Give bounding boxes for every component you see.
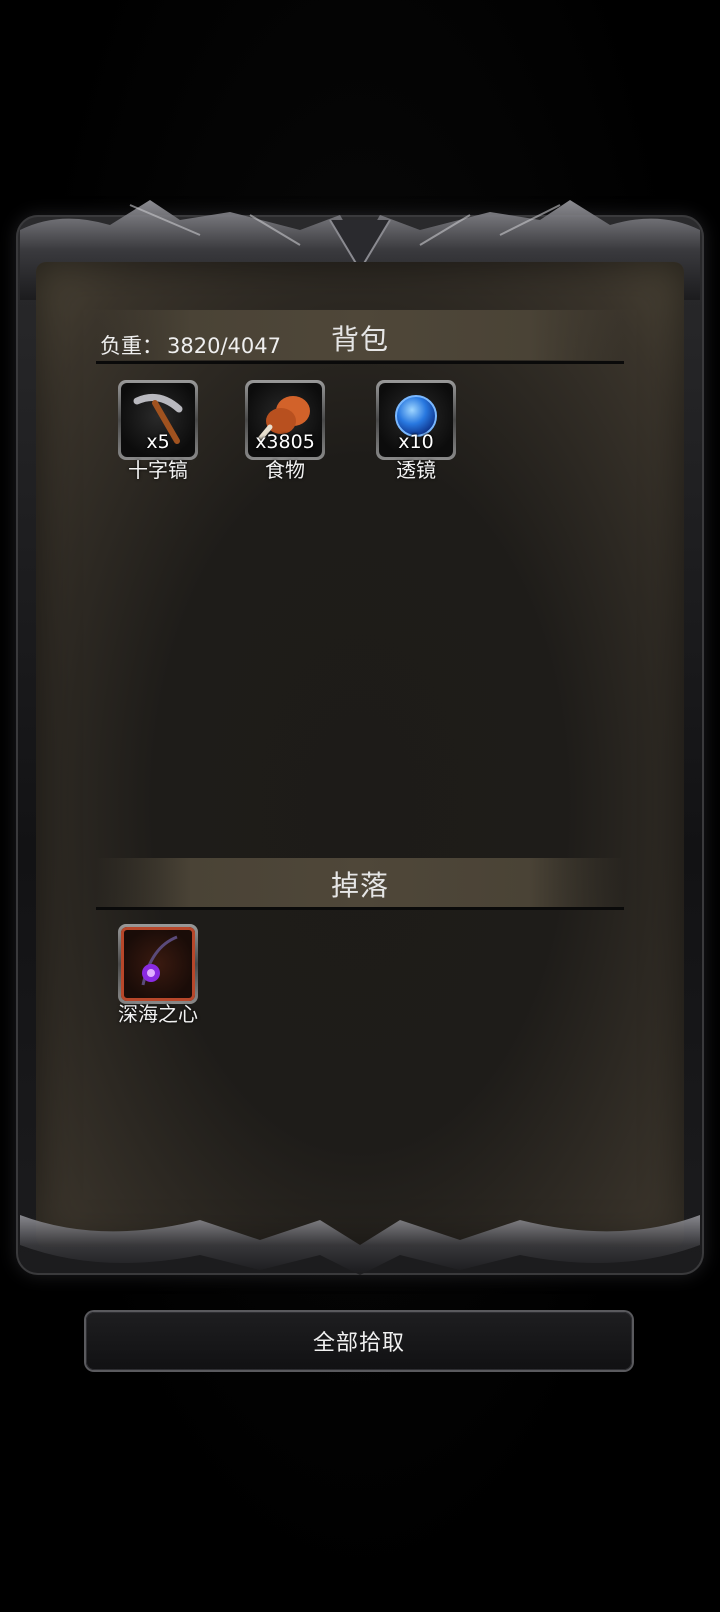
item-slot: x3805 [245,380,325,460]
backpack-header-divider [96,361,624,364]
item-name: 十字镐 [128,458,188,482]
item-name: 透镜 [396,458,436,482]
item-count: x5 [146,431,170,453]
frame-bottom-ornament [20,1215,700,1275]
item-count: x3805 [255,431,315,453]
backpack-item-food[interactable]: x3805 食物 [225,380,345,483]
weight-label: 负重： [100,334,163,358]
backpack-title: 背包 [330,323,389,356]
backpack-item-pickaxe[interactable]: x5 十字镐 [98,380,218,483]
item-slot [118,924,198,1004]
drops-header-divider [96,907,624,910]
item-slot: x5 [118,380,198,460]
item-count: x10 [398,431,434,453]
purple-amulet-icon [141,935,178,986]
pickup-all-button[interactable]: 全部拾取 [86,1312,632,1370]
pickup-all-label: 全部拾取 [312,1331,405,1356]
item-name: 食物 [265,458,305,482]
item-name: 深海之心 [118,1002,198,1026]
loot-screen: 负重： 3820/4047 背包 x5 十字镐 x3805 食物 x10 透镜 … [0,0,720,1612]
weight-indicator: 负重： 3820/4047 [100,330,281,360]
drops-title: 掉落 [330,869,389,902]
item-slot: x10 [376,380,456,460]
backpack-item-lens[interactable]: x10 透镜 [356,380,476,483]
drop-item-deep-sea-heart[interactable]: 深海之心 [98,924,218,1027]
